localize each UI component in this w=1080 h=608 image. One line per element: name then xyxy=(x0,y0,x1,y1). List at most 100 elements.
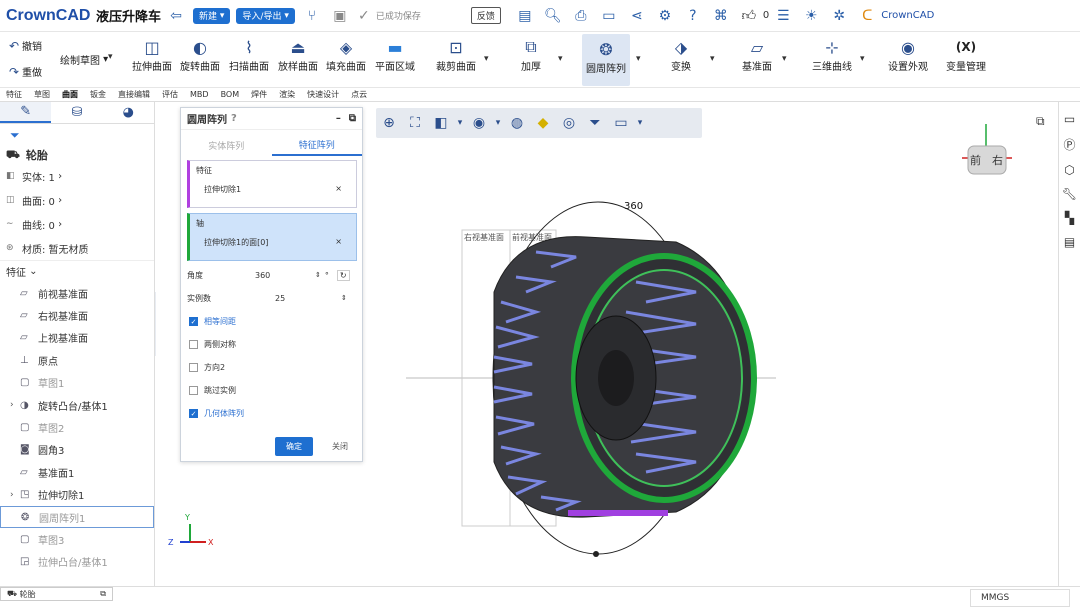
tab-body-pattern[interactable]: 实体阵列 xyxy=(181,134,272,156)
tab-sketch[interactable]: 草图 xyxy=(34,89,50,100)
share-icon[interactable]: ⋖ xyxy=(627,6,647,26)
assembly-tab[interactable]: ⛁ xyxy=(51,102,102,123)
thicken-button[interactable]: ⧉ 加厚 xyxy=(520,36,542,73)
tab-direct-edit[interactable]: 直接编辑 xyxy=(118,89,150,100)
tree-item-extrude-cut1[interactable]: › ◳ 拉伸切除1 xyxy=(0,484,154,506)
tab-surface[interactable]: 曲面 xyxy=(62,89,78,100)
new-button[interactable]: 新建 ▾ xyxy=(193,7,231,24)
filter-select-icon[interactable]: ⏷ xyxy=(582,115,608,131)
filter-icon[interactable]: ⏷ xyxy=(0,124,154,146)
help-icon[interactable]: ? xyxy=(683,6,703,26)
trim-surface-button[interactable]: ⊡ 裁剪曲面 xyxy=(436,36,476,74)
dropdown-arrow-icon[interactable]: ▾ xyxy=(782,54,787,64)
section-view-icon[interactable]: ◍ xyxy=(504,115,530,131)
feature-selection-box[interactable]: 特征 拉伸切除1 × xyxy=(187,160,357,208)
appearance-button[interactable]: ◉ 设置外观 xyxy=(888,36,928,74)
symmetric-checkbox[interactable]: 两侧对称 xyxy=(189,339,236,350)
tree-item-sketch2[interactable]: ▢ 草图2 xyxy=(0,416,154,438)
dropdown-arrow-icon[interactable]: ▾ xyxy=(492,118,504,128)
feature-section-header[interactable]: 特征 ⌄ xyxy=(0,260,154,282)
direction2-checkbox[interactable]: 方向2 xyxy=(189,362,225,373)
tree-item-revolve1[interactable]: › ◑ 旋转凸台/基体1 xyxy=(0,394,154,416)
dropdown-arrow-icon[interactable]: ▾ xyxy=(454,118,466,128)
clear-icon[interactable]: × xyxy=(335,237,342,248)
reverse-direction-icon[interactable]: ↻ xyxy=(336,269,350,281)
folder-icon[interactable]: ▭ xyxy=(1064,112,1075,126)
feature-tree-tab[interactable]: ✎ xyxy=(0,102,52,123)
tab-render[interactable]: 渲染 xyxy=(279,89,295,100)
extrude-surface-button[interactable]: ◫ 拉伸曲面 xyxy=(132,36,172,74)
planar-region-button[interactable]: ▬ 平面区域 xyxy=(375,36,415,74)
book-icon[interactable]: ▤ xyxy=(1064,235,1075,249)
tab-feature[interactable]: 特征 xyxy=(6,89,22,100)
dropdown-arrow-icon[interactable]: ▾ xyxy=(108,52,113,62)
transform-button[interactable]: ⬗ 变换 xyxy=(670,36,692,74)
tree-item-right-plane[interactable]: ▱ 右视基准面 xyxy=(0,304,154,326)
tab-sheet-metal[interactable]: 钣金 xyxy=(90,89,106,100)
angle-stepper[interactable]: ⇕ xyxy=(315,271,321,279)
restore-icon[interactable]: ⧉ xyxy=(349,113,356,124)
appearance-view-icon[interactable]: ◎ xyxy=(556,115,582,131)
gear-icon[interactable]: ⚙ xyxy=(655,6,675,26)
revolve-surface-button[interactable]: ◐ 旋转曲面 xyxy=(180,36,220,74)
sweep-surface-button[interactable]: ⌇ 扫描曲面 xyxy=(229,36,269,74)
material[interactable]: ⊛ 材质: 暂无材质 xyxy=(0,236,154,260)
surface-count[interactable]: ◫ 曲面: 0 › xyxy=(0,188,154,212)
tree-item-extrude-boss1[interactable]: ◲ 拉伸凸台/基体1 xyxy=(0,551,154,573)
tab-weldment[interactable]: 焊件 xyxy=(251,89,267,100)
zoom-icon[interactable]: ⊕ xyxy=(376,115,402,131)
restore-icon[interactable]: ⧉ xyxy=(100,589,106,599)
redo-button[interactable]: ↷ 重做 xyxy=(6,64,42,80)
search-icon[interactable]: 🔍︎ xyxy=(543,6,563,26)
tree-item-fillet3[interactable]: ◙ 圆角3 xyxy=(0,439,154,461)
count-stepper[interactable]: ⇕ xyxy=(341,294,347,302)
checker-icon[interactable]: ▚ xyxy=(1065,211,1074,225)
zoom-fit-icon[interactable]: ⛶ xyxy=(402,115,428,131)
geometry-pattern-checkbox[interactable]: ✓ 几何体阵列 xyxy=(189,408,244,419)
solid-count[interactable]: ◧ 实体: 1 › xyxy=(0,164,154,188)
tree-item-sketch3[interactable]: ▢ 草图3 xyxy=(0,528,154,550)
undo-button[interactable]: ↶ 撤销 xyxy=(6,38,42,54)
count-input[interactable]: 25 xyxy=(275,294,341,303)
dropdown-arrow-icon[interactable]: ▾ xyxy=(860,54,865,64)
tree-item-circular-pattern1[interactable]: ❂ 圆周阵列1 xyxy=(0,505,154,529)
wrench-icon[interactable]: 🔧︎ xyxy=(1062,187,1077,201)
display-style-icon[interactable]: ◆ xyxy=(530,115,556,131)
document-tab[interactable]: ⛟ 轮胎 ⧉ xyxy=(0,587,113,601)
equal-spacing-checkbox[interactable]: ✓ 相等间距 xyxy=(189,316,236,327)
database-icon[interactable]: ☰ xyxy=(773,6,793,26)
axis-selection-box[interactable]: 轴 拉伸切除1的面[0] × xyxy=(187,213,357,261)
dropdown-arrow-icon[interactable]: ▾ xyxy=(484,54,489,64)
angle-input[interactable]: 360 xyxy=(255,271,315,280)
branch-icon[interactable]: ⑂ xyxy=(302,6,322,26)
comment-icon[interactable]: ▭ xyxy=(599,6,619,26)
dropdown-arrow-icon[interactable]: ▾ xyxy=(634,118,646,128)
view-cube[interactable]: 前 右 xyxy=(962,124,1012,175)
tab-feature-pattern[interactable]: 特征阵列 xyxy=(271,134,362,156)
skip-instances-checkbox[interactable]: 跳过实例 xyxy=(189,385,236,396)
back-arrow-icon[interactable]: ⇦ xyxy=(166,6,186,26)
tree-item-top-plane[interactable]: ▱ 上视基准面 xyxy=(0,327,154,349)
tree-item-front-plane[interactable]: ▱ 前视基准面 xyxy=(0,282,154,304)
close-button[interactable]: 关闭 xyxy=(321,437,359,456)
tree-item-sketch1[interactable]: ▢ 草图1 xyxy=(0,372,154,394)
render-tab[interactable]: ◕ xyxy=(103,102,154,123)
tab-point-cloud[interactable]: 点云 xyxy=(351,89,367,100)
minimize-icon[interactable]: – xyxy=(336,113,341,124)
plugin-icon[interactable]: ✲ xyxy=(829,6,849,26)
eye-icon[interactable]: ◉ xyxy=(466,115,492,131)
dropdown-arrow-icon[interactable]: ▾ xyxy=(558,54,563,64)
dropdown-arrow-icon[interactable]: ▾ xyxy=(636,54,641,64)
window-restore-icon[interactable]: ⧉ xyxy=(1036,114,1045,129)
circular-pattern-button[interactable]: ❂ 圆周阵列 xyxy=(582,34,630,86)
thumbs-up-icon[interactable]: 👍︎ xyxy=(739,6,759,26)
3d-curve-button[interactable]: ⊹ 三维曲线 xyxy=(812,36,852,74)
tab-evaluate[interactable]: 评估 xyxy=(162,89,178,100)
tab-mbd[interactable]: MBD xyxy=(190,90,209,99)
sun-icon[interactable]: ☀ xyxy=(801,6,821,26)
help-icon[interactable]: ? xyxy=(231,113,237,124)
cube-icon[interactable]: ⬡ xyxy=(1064,163,1074,177)
tree-item-origin[interactable]: ⊥ 原点 xyxy=(0,349,154,371)
unit-system-select[interactable]: MMGS xyxy=(970,589,1070,607)
window-layout-icon[interactable]: ▤ xyxy=(515,6,535,26)
